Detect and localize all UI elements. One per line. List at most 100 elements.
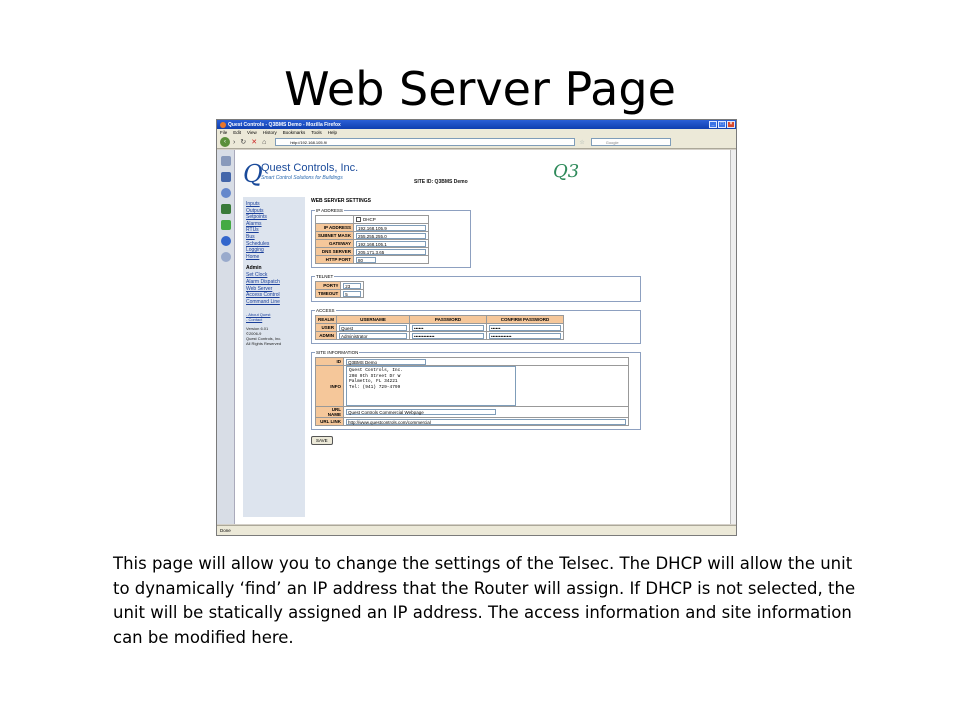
tool-icon[interactable] [220,172,231,182]
dns-label: DNS SERVER [314,247,355,256]
rights-text: All Rights Reserved [246,341,282,347]
url-name-field[interactable]: Quest Controls Commercial Webpage [346,409,496,415]
puzzle-icon[interactable] [220,220,231,230]
nav-set-clock[interactable]: Set Clock [246,272,302,279]
stop-icon[interactable]: ✕ [251,138,257,146]
browser-window: Quest Controls - Q3BMS Demo - Mozilla Fi… [216,119,737,536]
site-info-textarea[interactable]: Quest Controls, Inc. 208 9th Street Dr W… [346,366,516,406]
gear-icon[interactable] [220,236,231,246]
ip-legend: IP ADDRESS [316,208,343,213]
url-link-label: URL LINK [315,417,344,426]
menu-edit[interactable]: Edit [233,130,241,135]
nav-command-line[interactable]: Command Line [246,299,302,306]
status-bar: Done [217,525,736,535]
window-title: Quest Controls - Q3BMS Demo - Mozilla Fi… [228,121,341,128]
firefox-icon [220,121,226,128]
info-icon[interactable] [220,252,231,262]
menu-bookmarks[interactable]: Bookmarks [283,130,306,135]
admin-password-field[interactable]: ••••••••••••• [412,332,484,339]
id-label: ID [315,357,344,366]
web-page: Q Quest Controls, Inc. Smart Control Sol… [237,150,736,524]
subnet-mask-field[interactable]: 255.255.255.0 [356,232,427,239]
gateway-field[interactable]: 192.168.105.1 [356,240,427,247]
menu-bar: File Edit View History Bookmarks Tools H… [217,129,736,136]
nav-schedules[interactable]: Schedules [246,241,302,248]
menu-file[interactable]: File [220,130,227,135]
url-link-field[interactable]: http://www.questcontrols.com/commercial [346,418,626,425]
nav-web-server[interactable]: Web Server [246,286,302,293]
window-titlebar: Quest Controls - Q3BMS Demo - Mozilla Fi… [217,120,736,129]
password-header: PASSWORD [409,315,487,324]
user-password-field[interactable]: •••••• [412,324,484,331]
site-info-legend: SITE INFORMATION [316,350,359,355]
http-port-field[interactable]: 80 [356,256,377,263]
site-id: SITE ID: Q3BMS Demo [414,179,468,185]
slide-title: Web Server Page [284,62,676,116]
menu-history[interactable]: History [263,130,277,135]
confirm-password-header: CONFIRM PASSWORD [486,315,564,324]
dns-server-field[interactable]: 205.171.3.65 [356,248,427,255]
company-name: Quest Controls, Inc. [261,162,359,174]
menu-view[interactable]: View [247,130,257,135]
nav-home[interactable]: Home [246,254,302,261]
close-icon[interactable]: × [727,121,735,128]
access-fieldset: ACCESS REALM USERNAME PASSWORD CONFIRM P… [311,308,641,344]
maximize-icon[interactable]: □ [718,121,726,128]
admin-username-field[interactable]: Administrator [339,332,407,339]
nav-logging[interactable]: Logging [246,247,302,254]
company-tagline: Smart Control Solutions for Buildings [261,175,343,181]
realm-admin: ADMIN [315,331,337,340]
info-label: INFO [315,365,344,407]
page-scrollbar[interactable] [730,150,736,524]
user-confirm-field[interactable]: •••••• [489,324,561,331]
telnet-timeout-label: TIMEOUT [314,289,342,298]
back-icon[interactable]: ‹ [220,137,230,147]
side-toolbar [217,150,235,524]
dhcp-checkbox[interactable] [356,217,362,223]
nav-inputs[interactable]: Inputs [246,201,302,208]
ip-table: DHCP IP ADDRESS 192.168.105.9 SUBNET MAS… [314,215,430,264]
site-info-table: ID Q3BMS Demo INFO Quest Controls, Inc. … [315,357,629,426]
telnet-table: PORT# 23 TIMEOUT 5 [314,281,365,298]
access-table: REALM USERNAME PASSWORD CONFIRM PASSWORD… [315,315,564,340]
navigation-toolbar: ‹ › ↻ ✕ ⌂ http://192.168.105.9/ ☆ Google [217,136,736,149]
ip-label: IP ADDRESS [314,223,355,232]
nav-access-control[interactable]: Access Control [246,292,302,299]
telnet-timeout-field[interactable]: 5 [343,290,362,297]
username-header: USERNAME [336,315,410,324]
settings-form: WEB SERVER SETTINGS IP ADDRESS DHCP IP A… [311,198,723,445]
nav-bus[interactable]: Bus [246,234,302,241]
telnet-port-field[interactable]: 23 [343,282,362,289]
access-legend: ACCESS [316,308,335,313]
reload-icon[interactable]: ↻ [240,138,246,146]
menu-help[interactable]: Help [328,130,337,135]
ip-address-field[interactable]: 192.168.105.9 [356,224,427,231]
minimize-icon[interactable]: _ [709,121,717,128]
save-button[interactable]: SAVE [311,436,333,445]
tool-icon[interactable] [220,204,231,214]
realm-header: REALM [315,315,337,324]
nav-outputs[interactable]: Outputs [246,208,302,215]
gateway-label: GATEWAY [314,239,355,248]
menu-tools[interactable]: Tools [311,130,322,135]
forward-icon[interactable]: › [233,139,235,146]
nav-alarm-dispatch[interactable]: Alarm Dispatch [246,279,302,286]
user-username-field[interactable]: Quest [339,324,407,331]
tool-icon[interactable] [220,156,231,166]
site-id-field[interactable]: Q3BMS Demo [346,358,426,365]
admin-confirm-field[interactable]: ••••••••••••• [489,332,561,339]
realm-user: USER [315,323,337,332]
slide-description: This page will allow you to change the s… [113,554,856,647]
nav-rtus[interactable]: RTUs [246,227,302,234]
bookmark-star-icon[interactable]: ☆ [579,139,584,146]
home-icon[interactable]: ⌂ [262,139,266,146]
nav-alarms[interactable]: Alarms [246,221,302,228]
url-name-label: URL NAME [315,406,344,418]
page-header: Q Quest Controls, Inc. Smart Control Sol… [237,158,715,190]
http-port-label: HTTP PORT [314,255,355,264]
nav-setpoints[interactable]: Setpoints [246,214,302,221]
url-bar[interactable]: http://192.168.105.9/ [275,138,576,146]
browser-content: Q Quest Controls, Inc. Smart Control Sol… [217,150,736,524]
clock-icon[interactable] [220,188,231,198]
search-box[interactable]: Google [590,138,671,146]
